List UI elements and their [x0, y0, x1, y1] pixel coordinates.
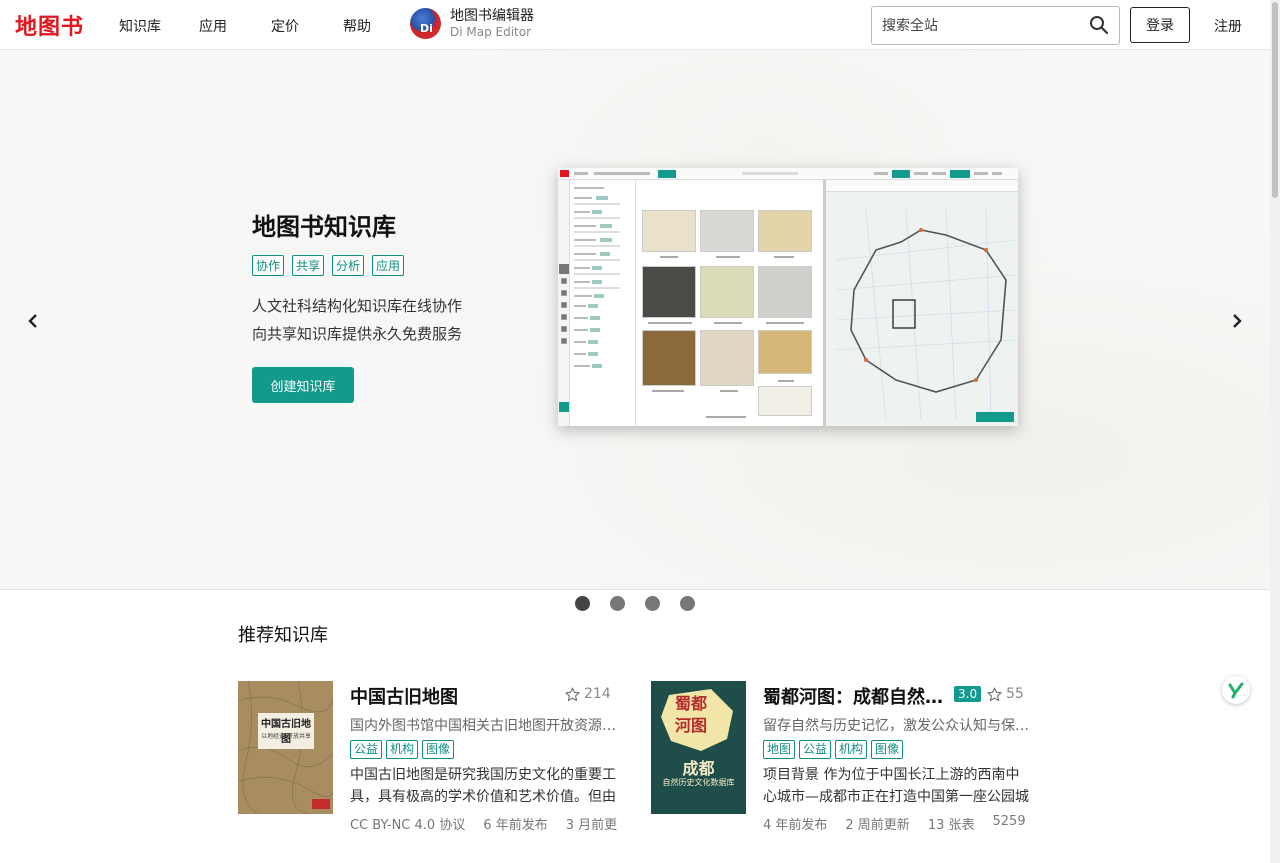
search-input[interactable]	[872, 7, 1077, 44]
preview-side-rail	[558, 180, 570, 426]
card-title[interactable]: 蜀都河图：成都自然历史文化数据库	[763, 683, 945, 709]
di-logo-icon: Di	[410, 8, 441, 40]
hero-description: 人文社科结构化知识库在线协作 向共享知识库提供永久免费服务	[252, 292, 462, 348]
hero-tag: 应用	[372, 255, 405, 276]
hero-title: 地图书知识库	[252, 213, 396, 241]
nav-apps[interactable]: 应用	[199, 16, 227, 36]
site-logo[interactable]: 地图书	[15, 9, 84, 41]
nav-help[interactable]: 帮助	[343, 16, 371, 36]
card-cover-image[interactable]: 蜀都 河图 成都 自然历史文化数据库	[651, 681, 746, 814]
star-count-value: 214	[584, 686, 611, 702]
knowledge-base-card[interactable]: 蜀都 河图 成都 自然历史文化数据库 蜀都河图：成都自然历史文化数据库 3.0 …	[651, 681, 1031, 833]
preview-map-panel	[826, 180, 1018, 426]
card-tag[interactable]: 机构	[386, 740, 419, 759]
card-description: 中国古旧地图是研究我国历史文化的重要工具，具有极高的学术价值和艺术价值。但由于年…	[350, 767, 616, 805]
cover-db-text: 自然历史文化数据库	[662, 778, 735, 787]
star-count[interactable]: 55	[987, 686, 1024, 702]
antique-map-cover	[238, 681, 333, 814]
editor-subtitle: Di Map Editor	[450, 24, 532, 39]
card-cover-image[interactable]: 中国古旧地图 以地经史 开放共享	[238, 681, 333, 814]
star-count[interactable]: 214	[565, 686, 611, 702]
card-meta: CC BY-NC 4.0 协议 6 年前发布 3 月前更	[350, 814, 617, 833]
check-logo-icon	[1228, 682, 1244, 699]
card-tag[interactable]: 机构	[835, 740, 868, 759]
create-knowledge-base-button[interactable]: 创建知识库	[252, 367, 354, 403]
card-description: 项目背景 作为位于中国长江上游的西南中心城市—成都市正在打造中国第一座公园城市	[763, 767, 1029, 805]
app-screenshot-preview	[558, 168, 1018, 426]
nav-pricing[interactable]: 定价	[271, 16, 299, 36]
card-updated: 3 月前更	[565, 818, 618, 833]
preview-image-grid	[636, 180, 826, 426]
hero-desc-line: 向共享知识库提供永久免费服务	[252, 325, 463, 343]
cover-title-text: 蜀都	[675, 694, 708, 713]
preview-tree-panel	[570, 180, 636, 426]
hero-tag: 协作	[252, 255, 285, 276]
nav-knowledge-base[interactable]: 知识库	[119, 16, 161, 36]
floating-helper-button[interactable]	[1222, 676, 1250, 704]
register-link[interactable]: 注册	[1214, 16, 1242, 36]
card-record-count: 5259	[992, 814, 1026, 829]
preview-map-svg	[835, 209, 1017, 421]
login-button[interactable]: 登录	[1130, 7, 1190, 43]
knowledge-base-card[interactable]: 中国古旧地图 以地经史 开放共享 中国古旧地图 214 国内外图书馆中国相关古旧…	[238, 681, 617, 833]
carousel-indicators	[575, 596, 695, 611]
card-published: 4 年前发布	[763, 818, 828, 833]
carousel-dot-4[interactable]	[680, 596, 695, 611]
preview-toolbar	[558, 168, 1018, 180]
site-search	[871, 6, 1120, 45]
hero-tag: 共享	[292, 255, 325, 276]
cover-title-text: 中国古旧地图	[261, 719, 311, 745]
card-updated: 2 周前更新	[845, 818, 910, 833]
chevron-right-icon[interactable]	[1228, 309, 1246, 333]
carousel-dot-3[interactable]	[645, 596, 660, 611]
top-header: 地图书 知识库 应用 定价 帮助 Di 地图书编辑器 Di Map Editor…	[0, 0, 1270, 50]
map-editor-link[interactable]: Di 地图书编辑器 Di Map Editor	[410, 8, 534, 40]
card-tag[interactable]: 图像	[871, 740, 904, 759]
chevron-left-icon[interactable]	[24, 309, 42, 333]
star-count-value: 55	[1006, 686, 1024, 702]
card-table-count: 13 张表	[927, 818, 975, 833]
cover-title-text: 河图	[675, 716, 708, 735]
editor-title: 地图书编辑器	[450, 8, 534, 24]
cover-subtitle-text: 以地经史 开放共享	[261, 733, 311, 740]
carousel-dot-2[interactable]	[610, 596, 625, 611]
card-tags: 地图 公益 机构 图像	[763, 740, 904, 759]
card-tag[interactable]: 地图	[763, 740, 796, 759]
search-icon[interactable]	[1089, 15, 1109, 35]
card-tag[interactable]: 公益	[350, 740, 383, 759]
hero-tag: 分析	[332, 255, 365, 276]
card-subtitle: 国内外图书馆中国相关古旧地图开放资源汇总	[350, 718, 616, 734]
card-published: 6 年前发布	[483, 818, 548, 833]
hero-tags: 协作 共享 分析 应用	[252, 255, 405, 276]
card-subtitle: 留存自然与历史记忆，激发公众认知与保护意识	[763, 718, 1029, 734]
recommended-section-title: 推荐知识库	[238, 625, 328, 646]
hero-carousel: 地图书知识库 协作 共享 分析 应用 人文社科结构化知识库在线协作 向共享知识库…	[0, 50, 1270, 611]
version-badge: 3.0	[954, 686, 982, 702]
hero-desc-line: 人文社科结构化知识库在线协作	[252, 297, 463, 315]
card-tag[interactable]: 图像	[422, 740, 455, 759]
card-tag[interactable]: 公益	[799, 740, 832, 759]
card-title[interactable]: 中国古旧地图	[350, 683, 550, 709]
star-icon	[565, 687, 580, 701]
star-icon	[987, 687, 1002, 701]
card-tags: 公益 机构 图像	[350, 740, 455, 759]
carousel-dot-1[interactable]	[575, 596, 590, 611]
scroll-thumb[interactable]	[1272, 2, 1278, 198]
card-meta: 4 年前发布 2 周前更新 13 张表 5259	[763, 814, 1026, 833]
card-license: CC BY-NC 4.0 协议	[350, 818, 466, 833]
page-scrollbar[interactable]	[1270, 0, 1280, 863]
cover-city-text: 成都	[682, 759, 715, 778]
